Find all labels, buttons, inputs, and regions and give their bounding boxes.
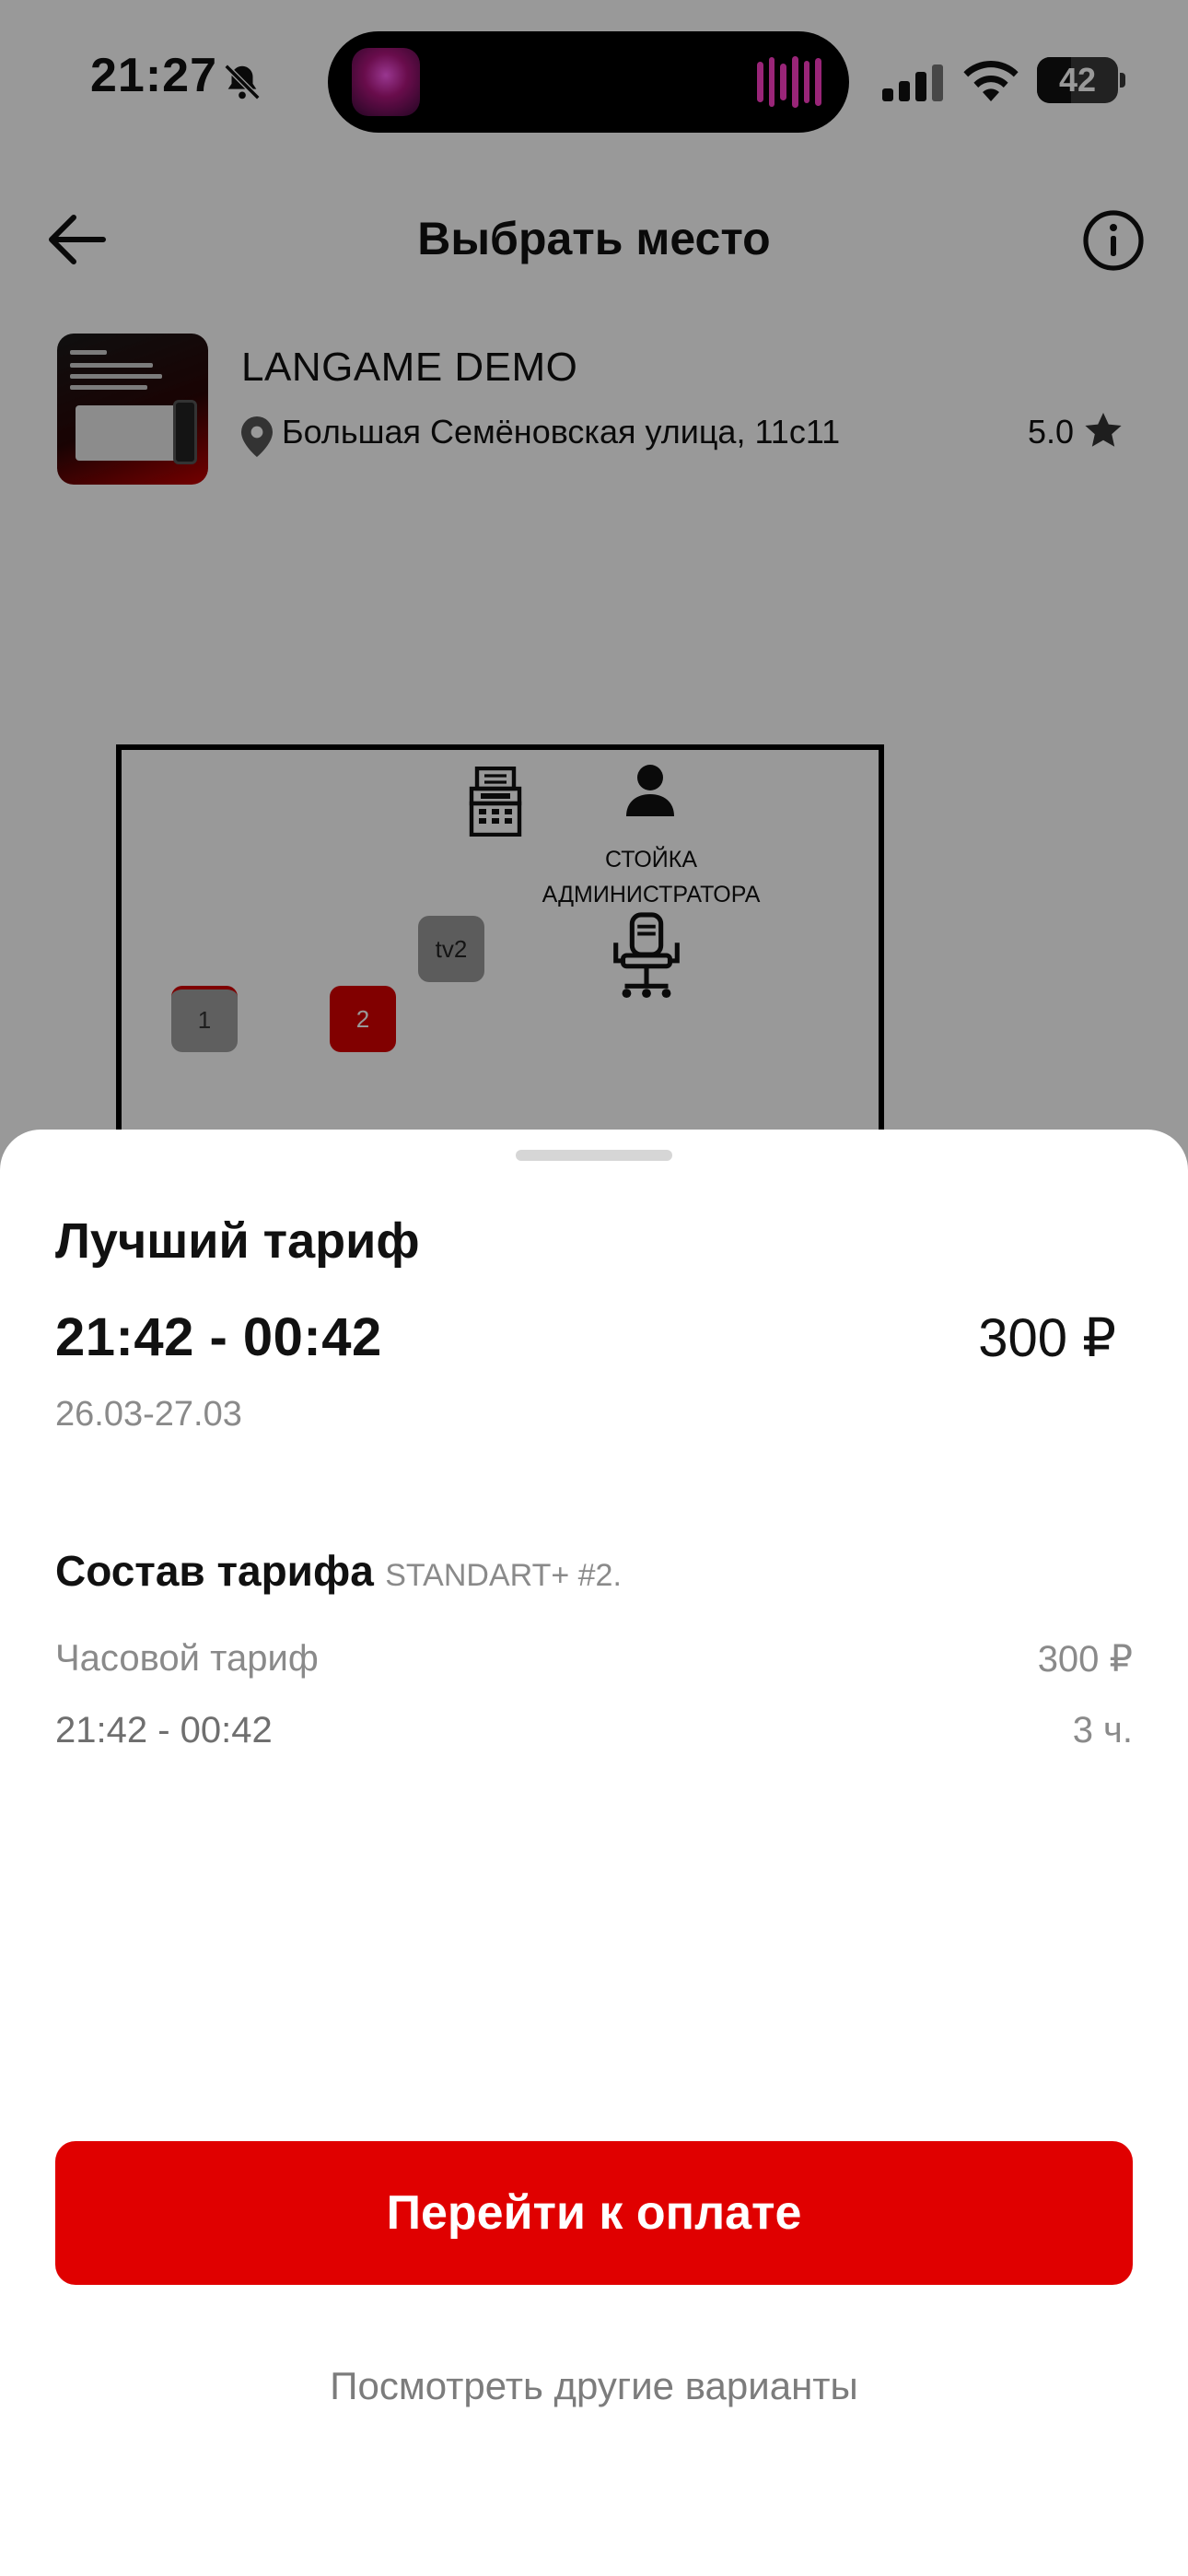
tariff-row-value: 3 ч. (1072, 1710, 1133, 1751)
booking-time-range: 21:42 - 00:42 (55, 1307, 382, 1367)
proceed-to-payment-button[interactable]: Перейти к оплате (55, 2141, 1133, 2285)
tariff-composition-heading: Состав тарифа STANDART+ #2. (55, 1546, 622, 1596)
booking-price: 300 ₽ (978, 1308, 1116, 1368)
tariff-row-label: 21:42 - 00:42 (55, 1710, 273, 1751)
composition-title: Состав тарифа (55, 1547, 374, 1595)
sheet-grabber[interactable] (516, 1150, 672, 1161)
tariff-bottom-sheet: Лучший тариф 21:42 - 00:42 300 ₽ 26.03-2… (0, 1130, 1188, 2576)
booking-date-range: 26.03-27.03 (55, 1395, 242, 1434)
other-options-link[interactable]: Посмотреть другие варианты (0, 2364, 1188, 2408)
tariff-code: STANDART+ #2. (385, 1558, 622, 1593)
tariff-row-label: Часовой тариф (55, 1638, 319, 1679)
sheet-title: Лучший тариф (55, 1213, 420, 1269)
screen: 21:27 42 Выбрать место LANGAME DEMO Боль… (0, 0, 1188, 2576)
tariff-row-value: 300 ₽ (1037, 1639, 1133, 1680)
